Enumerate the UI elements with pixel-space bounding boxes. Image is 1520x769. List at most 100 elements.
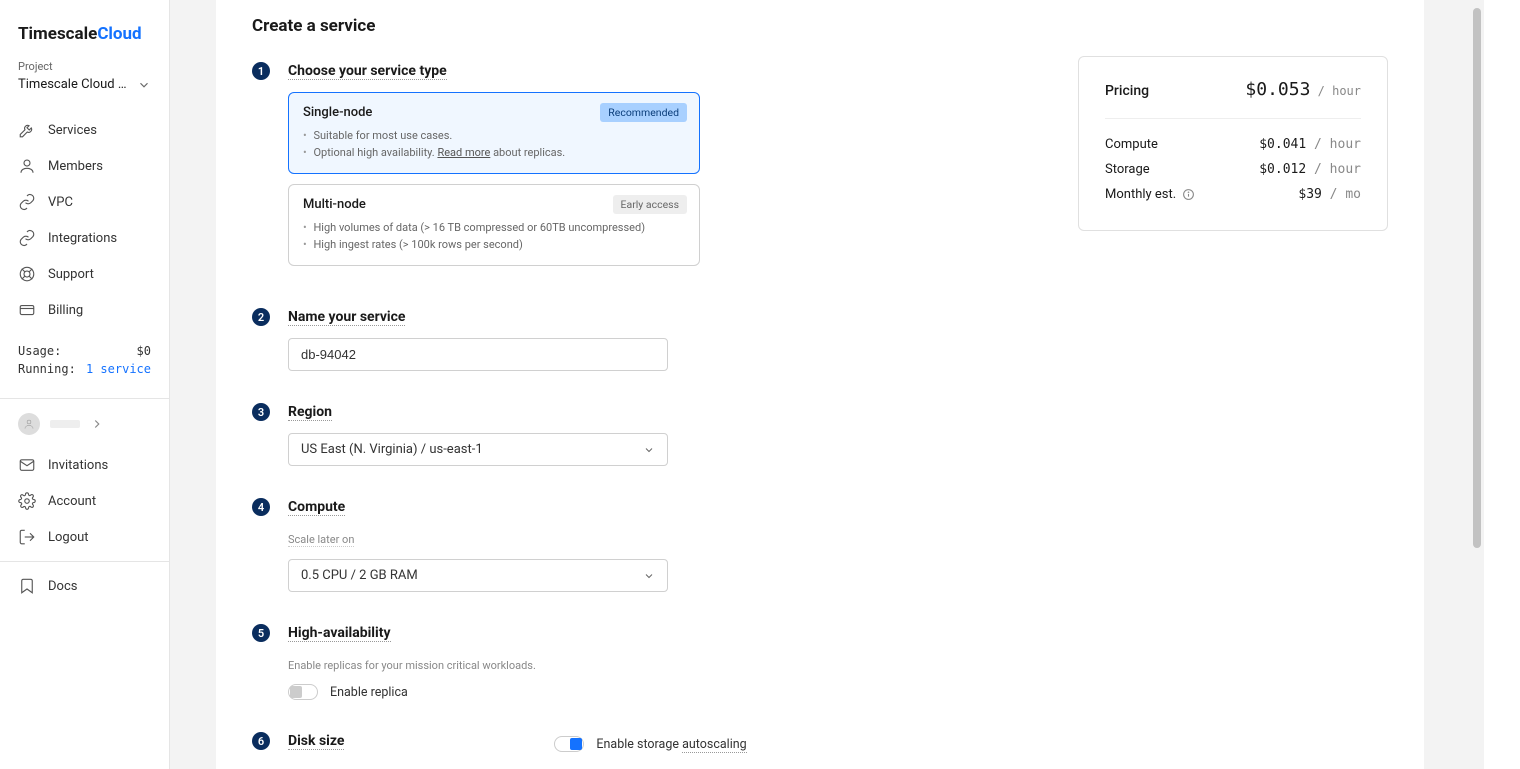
step-number: 2 [252,308,270,326]
nav-label: Account [48,494,96,509]
step-ha: 5 High-availability Enable replicas for … [252,622,992,700]
nav-logout[interactable]: Logout [0,519,169,555]
chevron-down-icon [643,444,655,456]
wrench-icon [18,121,36,139]
mail-icon [18,456,36,474]
usage-value: $0 [137,344,151,358]
step-number: 6 [252,732,270,750]
gear-icon [18,492,36,510]
page-title: Create a service [252,16,1388,36]
pricing-value: $0.012 / hour [1259,162,1361,177]
pricing-row-monthly: Monthly est. $39 / mo [1105,187,1361,202]
step-title: High-availability [288,625,391,642]
nav-label: Services [48,123,97,138]
usage-box: Usage: $0 Running: 1 service [0,330,169,394]
pricing-row-compute: Compute $0.041 / hour [1105,137,1361,152]
nav-members[interactable]: Members [0,148,169,184]
option-bullet: High volumes of data (> 16 TB compressed… [303,220,685,237]
toggle-label: Enable replica [330,685,408,700]
toggle-label: Enable storage autoscaling [596,737,746,752]
step-number: 4 [252,498,270,516]
pricing-label: Compute [1105,137,1158,152]
bookmark-icon [18,577,36,595]
nav-label: Billing [48,303,83,318]
running-label: Running: [18,362,76,376]
step-title: Region [288,404,332,421]
logo-part2: Cloud [97,24,141,44]
nav-tertiary: Docs [0,566,169,606]
step-number: 5 [252,624,270,642]
pricing-label: Storage [1105,162,1150,177]
project-select[interactable]: Timescale Cloud P... [0,77,169,110]
info-icon[interactable] [1182,188,1195,201]
pricing-value: $0.041 / hour [1259,137,1361,152]
option-bullet: Suitable for most use cases. [303,128,685,145]
service-name-input[interactable] [288,338,668,371]
nav-label: Docs [48,579,77,594]
step-service-type: 1 Choose your service type Single-node R… [252,60,992,276]
chevron-down-icon [643,570,655,582]
user-icon [23,418,35,430]
project-label: Project [0,60,169,77]
step-subtitle: Scale later on [288,533,354,547]
project-name: Timescale Cloud P... [18,77,130,92]
option-single-node[interactable]: Single-node Recommended Suitable for mos… [288,92,700,174]
link-icon [18,193,36,211]
nav-billing[interactable]: Billing [0,292,169,328]
right-gutter [1484,0,1520,769]
step-number: 1 [252,62,270,80]
logo-part1: Timescale [18,24,97,44]
replica-toggle[interactable] [288,684,318,700]
nav-secondary: Invitations Account Logout [0,445,169,557]
nav-integrations[interactable]: Integrations [0,220,169,256]
nav-label: Integrations [48,231,117,246]
option-multi-node[interactable]: Multi-node Early access High volumes of … [288,184,700,266]
workspace: Create a service 1 Choose your service t… [170,0,1470,769]
chevron-right-icon [90,417,104,431]
nav-account[interactable]: Account [0,483,169,519]
nav-label: VPC [48,195,73,210]
nav-services[interactable]: Services [0,112,169,148]
link-icon [18,229,36,247]
step-title: Disk size [288,733,344,750]
autoscale-toggle[interactable] [554,736,584,752]
divider [0,561,169,562]
pricing-total: $0.053 / hour [1245,79,1361,100]
nav-label: Invitations [48,458,108,473]
step-region: 3 Region US East (N. Virginia) / us-east… [252,401,992,466]
nav-label: Logout [48,530,89,545]
step-title: Choose your service type [288,63,447,80]
step-compute: 4 Compute Scale later on 0.5 CPU / 2 GB … [252,496,992,592]
step-disk: 6 Disk size Scale later on Enable storag… [252,730,992,769]
chevron-down-icon [137,78,151,92]
running-value[interactable]: 1 service [86,362,151,376]
nav-support[interactable]: Support [0,256,169,292]
scrollbar-thumb[interactable] [1473,8,1481,548]
nav-label: Support [48,267,94,282]
usage-label: Usage: [18,344,61,358]
nav-docs[interactable]: Docs [0,568,169,604]
read-more-link[interactable]: Read more [437,146,490,159]
logo[interactable]: TimescaleCloud [0,0,169,60]
pricing-row-storage: Storage $0.012 / hour [1105,162,1361,177]
compute-select[interactable]: 0.5 CPU / 2 GB RAM [288,559,668,592]
nav-primary: Services Members VPC Integrations Suppor… [0,110,169,330]
scrollbar[interactable] [1470,0,1484,769]
step-title: Name your service [288,309,405,326]
badge-early-access: Early access [613,195,687,214]
user-row[interactable] [0,403,169,445]
logout-icon [18,528,36,546]
pricing-panel: Pricing $0.053 / hour Compute $0.041 / h… [1078,56,1388,231]
page: Create a service 1 Choose your service t… [216,0,1424,769]
option-bullet: High ingest rates (> 100k rows per secon… [303,237,685,254]
nav-vpc[interactable]: VPC [0,184,169,220]
select-value: 0.5 CPU / 2 GB RAM [301,568,418,583]
pricing-value: $39 / mo [1298,187,1361,202]
region-select[interactable]: US East (N. Virginia) / us-east-1 [288,433,668,466]
avatar [18,413,40,435]
step-name: 2 Name your service [252,306,992,371]
sidebar: TimescaleCloud Project Timescale Cloud P… [0,0,170,769]
nav-invitations[interactable]: Invitations [0,447,169,483]
pricing-label: Monthly est. [1105,187,1195,202]
pricing-title: Pricing [1105,83,1149,99]
